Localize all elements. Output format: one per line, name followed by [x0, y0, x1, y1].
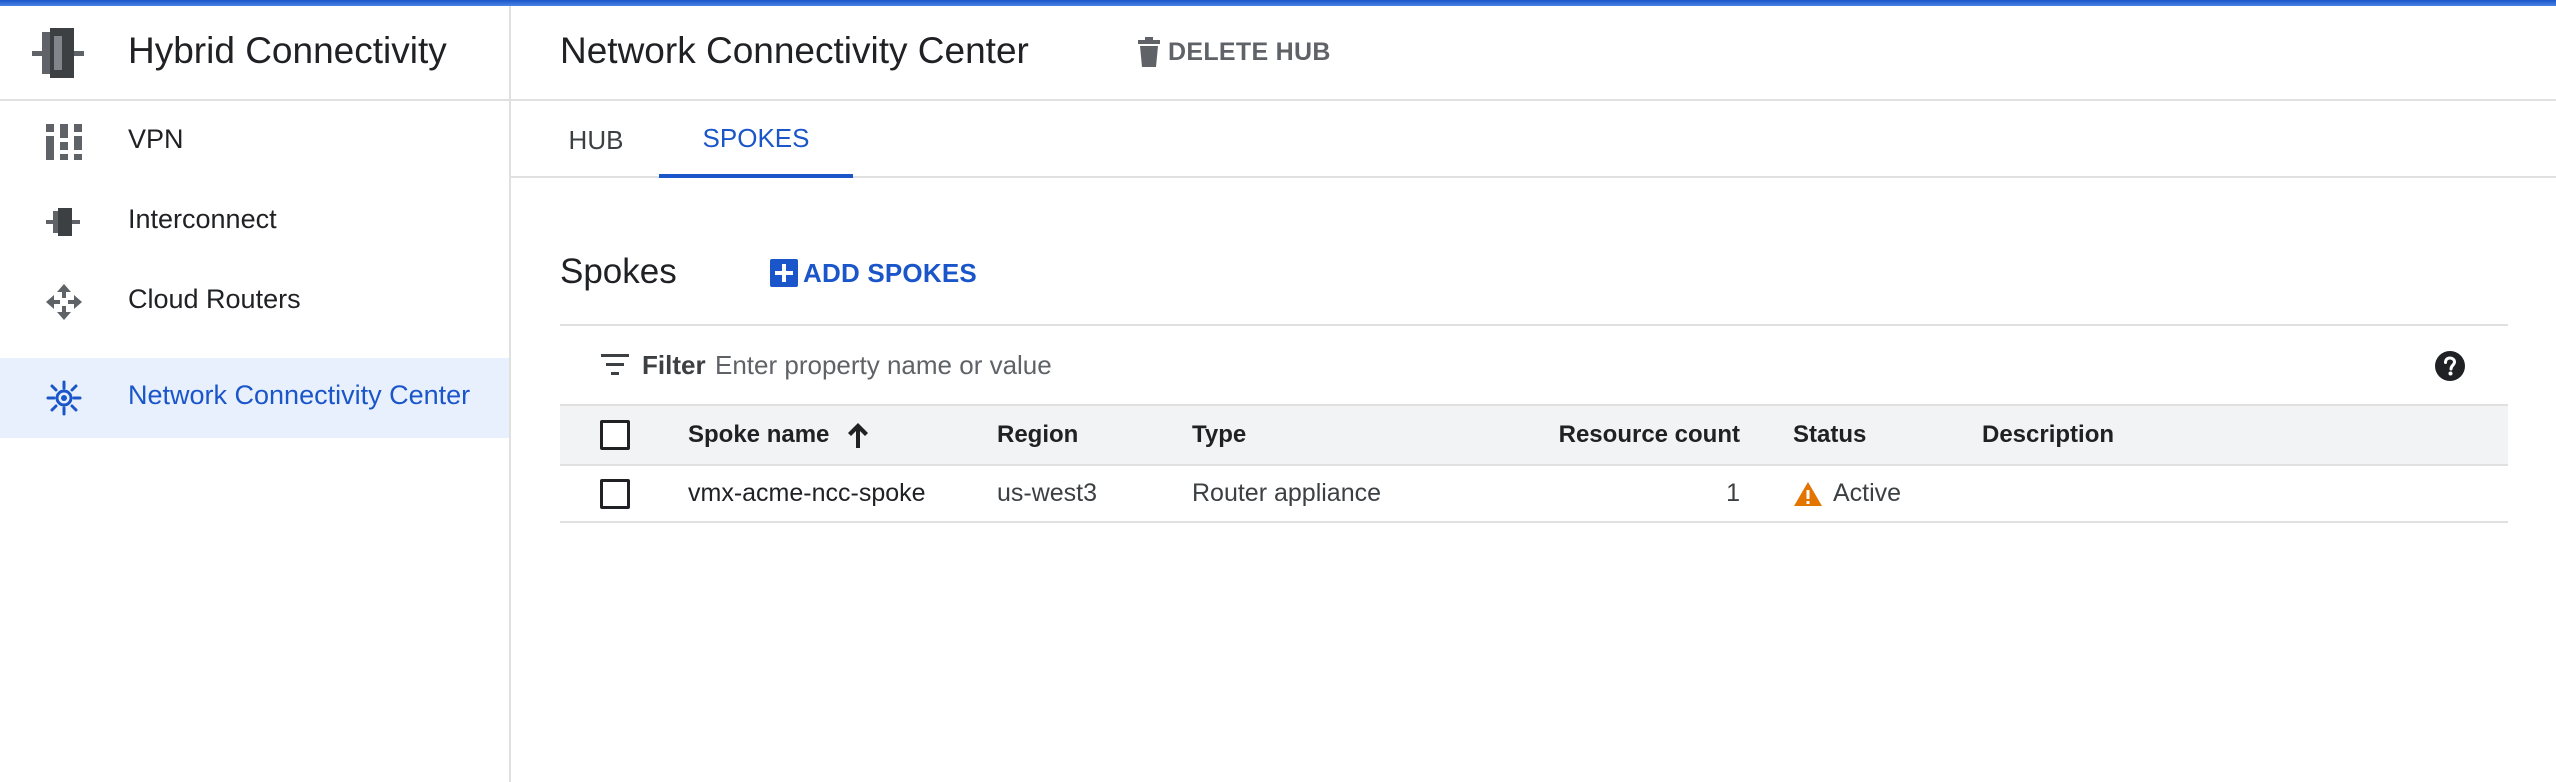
filter-icon[interactable]: [600, 352, 630, 378]
add-box-icon: [770, 259, 798, 287]
sort-ascending-icon[interactable]: [845, 421, 871, 449]
interconnect-icon: [46, 208, 80, 236]
main-content: Network Connectivity Center DELETE HUB H…: [511, 6, 2556, 782]
column-header-type[interactable]: Type: [1192, 406, 1246, 464]
sidebar-item-interconnect[interactable]: Interconnect: [0, 182, 509, 262]
page-header: Network Connectivity Center DELETE HUB: [511, 6, 2556, 101]
app-title: Hybrid Connectivity: [128, 30, 447, 71]
tab-spokes[interactable]: SPOKES: [659, 103, 853, 178]
page-title: Network Connectivity Center: [560, 30, 1029, 71]
column-header-description[interactable]: Description: [1982, 406, 2114, 464]
column-header-label: Spoke name: [688, 421, 830, 448]
vpn-icon: [46, 124, 82, 160]
network-connectivity-icon: [46, 380, 82, 416]
row-checkbox[interactable]: [600, 478, 630, 509]
cloud-router-icon: [46, 284, 82, 320]
filter-input[interactable]: [715, 342, 1915, 388]
sidebar-item-cloud-routers[interactable]: Cloud Routers: [0, 262, 509, 342]
help-icon[interactable]: [2434, 350, 2466, 382]
sidebar-item-label: Network Connectivity Center: [128, 380, 471, 410]
select-all-checkbox[interactable]: [600, 420, 630, 450]
region-cell: us-west3: [997, 479, 1098, 507]
add-spokes-label: ADD SPOKES: [803, 257, 977, 288]
hybrid-connectivity-icon: [32, 28, 84, 78]
sidebar: Hybrid Connectivity VPN Interconnect Clo…: [0, 6, 511, 782]
sidebar-item-label: VPN: [128, 124, 184, 154]
spoke-name-cell[interactable]: vmx-acme-ncc-spoke: [688, 466, 926, 521]
delete-hub-button[interactable]: DELETE HUB: [1136, 32, 1331, 72]
status-text: Active: [1833, 479, 1902, 507]
tab-hub[interactable]: HUB: [541, 103, 651, 178]
filter-label: Filter: [642, 350, 706, 380]
section-title: Spokes: [560, 252, 677, 291]
table-row: vmx-acme-ncc-spoke us-west3 Router appli…: [560, 466, 2508, 523]
column-header-status[interactable]: Status: [1793, 406, 1866, 464]
status-cell: Active: [1793, 466, 1901, 521]
filter-bar: Filter: [560, 324, 2508, 406]
add-spokes-button[interactable]: ADD SPOKES: [769, 256, 977, 290]
select-all-cell: [600, 406, 630, 464]
table-header-row: Spoke name Region Type Resource count St…: [560, 406, 2508, 466]
column-header-spoke-name[interactable]: Spoke name: [688, 406, 871, 464]
row-select-cell: [600, 466, 630, 521]
resource-count-cell: 1: [1726, 479, 1740, 507]
type-cell: Router appliance: [1192, 479, 1382, 507]
sidebar-item-vpn[interactable]: VPN: [0, 102, 509, 182]
delete-hub-label: DELETE HUB: [1168, 37, 1331, 66]
sidebar-item-network-connectivity-center[interactable]: Network Connectivity Center: [0, 358, 509, 438]
trash-icon: [1138, 37, 1160, 67]
status-badge: Active: [1793, 479, 1901, 508]
sidebar-item-label: Interconnect: [128, 204, 277, 234]
tab-bar: HUB SPOKES: [511, 103, 2556, 178]
sidebar-item-label: Cloud Routers: [128, 284, 301, 314]
column-header-resource-count[interactable]: Resource count: [1490, 406, 1740, 464]
warning-icon: [1794, 481, 1822, 506]
column-header-region[interactable]: Region: [997, 406, 1078, 464]
sidebar-header: Hybrid Connectivity: [0, 6, 509, 101]
